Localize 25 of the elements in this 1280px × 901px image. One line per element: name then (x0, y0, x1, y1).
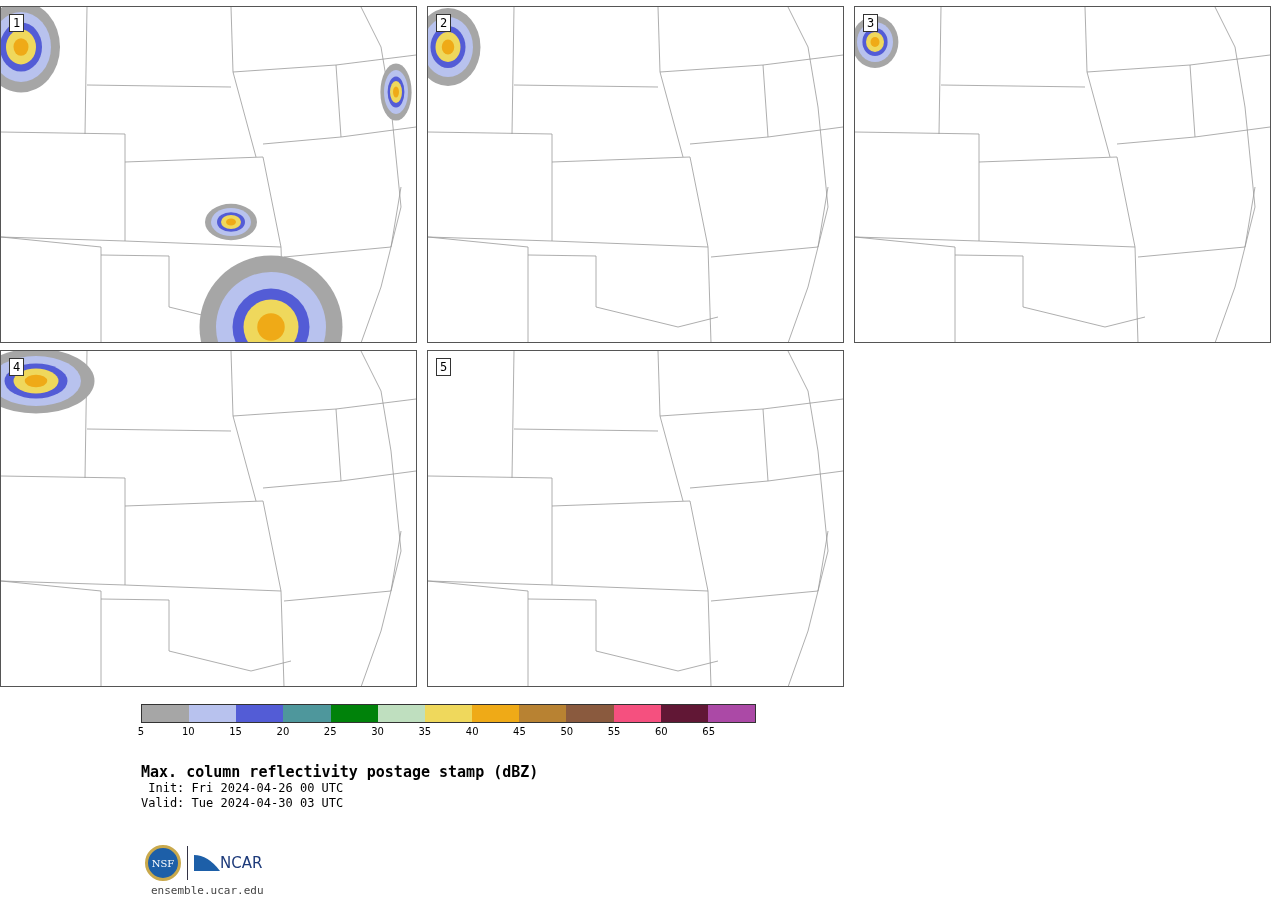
tick-label: 20 (276, 726, 290, 738)
tick-label: 5 (137, 726, 145, 738)
panel-number: 2 (436, 14, 452, 32)
panel-number: 1 (9, 14, 25, 32)
panel-number: 4 (9, 358, 25, 376)
tick-label: 40 (465, 726, 479, 738)
tick-label: 65 (702, 726, 716, 738)
ncar-emblem-icon (194, 853, 220, 873)
valid-time: Valid: Tue 2024-04-30 03 UTC (141, 796, 345, 811)
tick-label: 45 (513, 726, 526, 738)
tick-label: 55 (607, 726, 621, 738)
chart-title: Max. column reflectivity postage stamp (dBZ) (141, 763, 540, 781)
panel-number: 5 (436, 358, 452, 376)
tick-label: 60 (655, 726, 668, 738)
init-time: Init: Fri 2024-04-26 00 UTC (147, 781, 345, 796)
ncar-logo: NCAR (220, 852, 263, 874)
tick-label: 30 (371, 726, 384, 738)
tick-label: 35 (418, 726, 432, 738)
tick-label: 25 (323, 726, 337, 738)
tick-label: 50 (560, 726, 574, 738)
panel-number: 3 (863, 14, 879, 32)
website-url: ensemble.ucar.edu (151, 883, 265, 899)
tick-label: 15 (229, 726, 242, 738)
tick-label: 10 (181, 726, 195, 738)
nsf-logo: NSF (145, 845, 181, 881)
